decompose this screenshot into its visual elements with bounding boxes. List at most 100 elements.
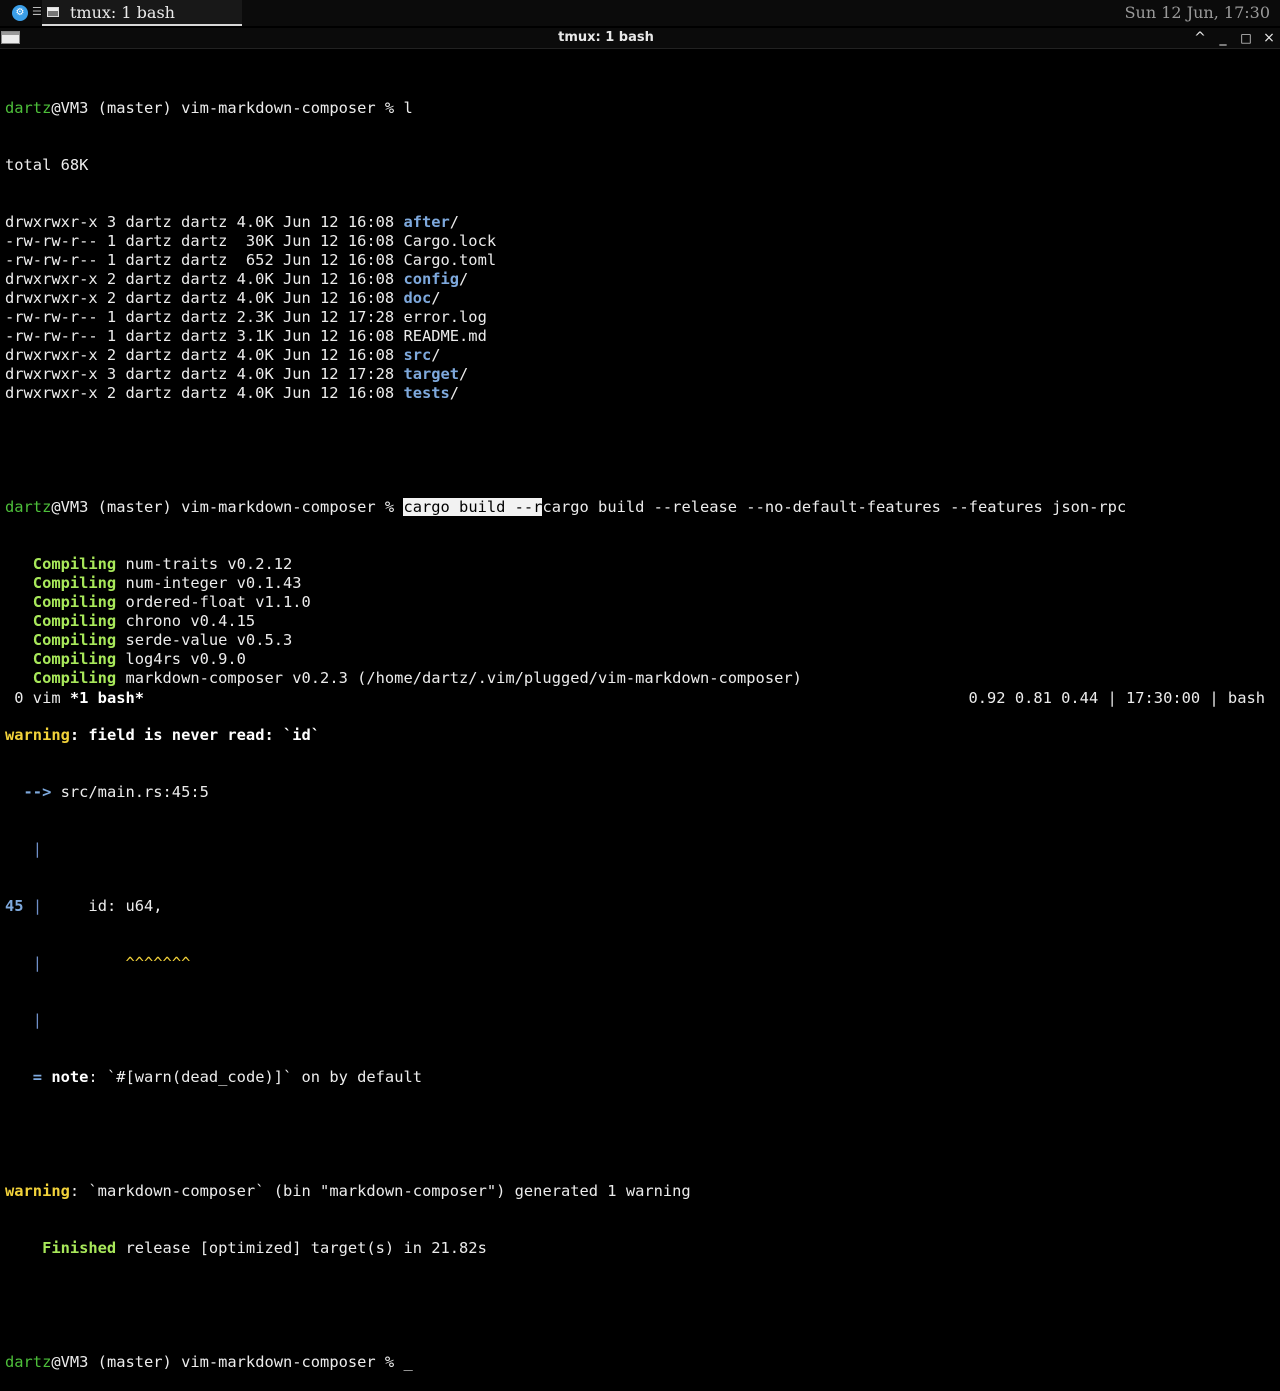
terminal-window-icon (47, 7, 59, 17)
caret-line: | ^^^^^^^ (5, 954, 1275, 973)
file-listing: drwxrwxr-x 3 dartz dartz 4.0K Jun 12 16:… (5, 213, 1275, 403)
prompt-text: @VM3 (master) vim-markdown-composer % (51, 498, 404, 516)
menu-grip-icon[interactable]: ☰ (32, 6, 42, 18)
directory-name: src (403, 346, 432, 364)
compiling-crate: serde-value v0.5.3 (116, 631, 293, 649)
file-name: Cargo.lock (403, 232, 497, 250)
compiling-label: Compiling (5, 574, 117, 592)
compiling-crate: markdown-composer v0.2.3 (/home/dartz/.v… (116, 669, 802, 687)
compile-output: Compiling num-traits v0.2.12 Compiling n… (5, 555, 1275, 688)
directory-name: tests (403, 384, 450, 402)
listing-meta: drwxrwxr-x 2 dartz dartz 4.0K Jun 12 16:… (5, 289, 404, 307)
listing-meta: drwxrwxr-x 3 dartz dartz 4.0K Jun 12 16:… (5, 213, 404, 231)
gear-icon[interactable]: ⚙ (12, 5, 28, 21)
directory-name: target (403, 365, 460, 383)
location-arrow: --> (5, 783, 52, 801)
clock[interactable]: Sun 12 Jun, 17:30 (1125, 3, 1270, 22)
listing-meta: -rw-rw-r-- 1 dartz dartz 652 Jun 12 16:0… (5, 251, 404, 269)
directory-slash: / (449, 384, 460, 402)
listing-row: drwxrwxr-x 2 dartz dartz 4.0K Jun 12 16:… (5, 346, 1275, 365)
listing-row: -rw-rw-r-- 1 dartz dartz 2.3K Jun 12 17:… (5, 308, 1275, 327)
compiling-row: Compiling ordered-float v1.1.0 (5, 593, 1275, 612)
listing-row: drwxrwxr-x 2 dartz dartz 4.0K Jun 12 16:… (5, 270, 1275, 289)
directory-slash: / (459, 365, 469, 383)
listing-meta: drwxrwxr-x 2 dartz dartz 4.0K Jun 12 16:… (5, 270, 404, 288)
file-name: README.md (403, 327, 487, 345)
shade-button[interactable]: ^ (1190, 28, 1210, 48)
file-name: Cargo.toml (403, 251, 497, 269)
window-titlebar[interactable]: tmux: 1 bash ^ _ □ × (0, 28, 1280, 49)
listing-meta: -rw-rw-r-- 1 dartz dartz 2.3K Jun 12 17:… (5, 308, 404, 326)
finished-line: Finished release [optimized] target(s) i… (5, 1239, 1275, 1258)
note-equals: = (5, 1068, 43, 1086)
command-text: l (403, 99, 413, 117)
directory-slash: / (431, 346, 441, 364)
compiling-label: Compiling (5, 631, 117, 649)
prompt-line[interactable]: dartz@VM3 (master) vim-markdown-composer… (5, 1353, 1275, 1372)
compiling-label: Compiling (5, 593, 117, 611)
finished-label: Finished (5, 1239, 117, 1257)
listing-row: drwxrwxr-x 2 dartz dartz 4.0K Jun 12 16:… (5, 289, 1275, 308)
listing-row: -rw-rw-r-- 1 dartz dartz 30K Jun 12 16:0… (5, 232, 1275, 251)
prompt-user: dartz (5, 498, 52, 516)
minimize-button[interactable]: _ (1213, 28, 1233, 48)
compiling-row: Compiling serde-value v0.5.3 (5, 631, 1275, 650)
listing-meta: drwxrwxr-x 2 dartz dartz 4.0K Jun 12 16:… (5, 384, 404, 402)
terminal-output[interactable]: dartz@VM3 (master) vim-markdown-composer… (5, 61, 1275, 1391)
compiling-row: Compiling log4rs v0.9.0 (5, 650, 1275, 669)
maximize-button[interactable]: □ (1236, 28, 1256, 48)
listing-row: -rw-rw-r-- 1 dartz dartz 3.1K Jun 12 16:… (5, 327, 1275, 346)
warning-summary: : `markdown-composer` (bin "markdown-com… (69, 1182, 691, 1200)
compiling-crate: log4rs v0.9.0 (116, 650, 246, 668)
note-line: = note: `#[warn(dead_code)]` on by defau… (5, 1068, 1275, 1087)
line-number: 45 (5, 897, 24, 915)
taskbar: ⚙ ☰ tmux: 1 bash Sun 12 Jun, 17:30 (0, 0, 1280, 26)
listing-meta: drwxrwxr-x 2 dartz dartz 4.0K Jun 12 16:… (5, 346, 404, 364)
gutter-line: | (5, 840, 43, 858)
warning-summary-line: warning: `markdown-composer` (bin "markd… (5, 1182, 1275, 1201)
tmux-window-list: 0 vim *1 bash* (5, 689, 144, 708)
prompt-user: dartz (5, 99, 52, 117)
warning-line: warning: field is never read: `id` (5, 726, 1275, 745)
compiling-crate: num-integer v0.1.43 (116, 574, 302, 592)
compiling-row: Compiling num-integer v0.1.43 (5, 574, 1275, 593)
prompt-line: dartz@VM3 (master) vim-markdown-composer… (5, 99, 1275, 118)
listing-row: drwxrwxr-x 2 dartz dartz 4.0K Jun 12 16:… (5, 384, 1275, 403)
gutter-line: | (5, 1011, 43, 1029)
listing-meta: -rw-rw-r-- 1 dartz dartz 3.1K Jun 12 16:… (5, 327, 404, 345)
warning-message: : field is never read: `id` (69, 726, 321, 744)
compiling-crate: chrono v0.4.15 (116, 612, 256, 630)
code-line: 45 | id: u64, (5, 897, 1275, 916)
close-button[interactable]: × (1259, 28, 1279, 48)
compiling-label: Compiling (5, 555, 117, 573)
command-text: cargo build --release --no-default-featu… (542, 498, 1127, 516)
tmux-window-vim[interactable]: 0 vim (5, 689, 70, 707)
file-name: error.log (403, 308, 487, 326)
selected-text[interactable]: cargo build --r (403, 498, 543, 516)
note-label: note (42, 1068, 89, 1086)
prompt-text: @VM3 (master) vim-markdown-composer % (51, 1353, 404, 1371)
directory-slash: / (459, 270, 469, 288)
gutter-separator: | (5, 954, 43, 972)
compiling-label: Compiling (5, 669, 117, 687)
code-text: id: u64, (42, 897, 163, 915)
compiling-row: Compiling chrono v0.4.15 (5, 612, 1275, 631)
prompt-line: dartz@VM3 (master) vim-markdown-composer… (5, 498, 1275, 517)
taskbar-window-button[interactable]: tmux: 1 bash (42, 0, 242, 26)
compiling-row: Compiling num-traits v0.2.12 (5, 555, 1275, 574)
cursor: _ (403, 1353, 413, 1371)
location-path: src/main.rs:45:5 (51, 783, 209, 801)
prompt-user: dartz (5, 1353, 52, 1371)
prompt-text: @VM3 (master) vim-markdown-composer % (51, 99, 404, 117)
tmux-status-right: 0.92 0.81 0.44 | 17:30:00 | bash (968, 689, 1265, 707)
directory-name: doc (403, 289, 432, 307)
compiling-label: Compiling (5, 612, 117, 630)
directory-slash: / (431, 289, 441, 307)
compiling-row: Compiling markdown-composer v0.2.3 (/hom… (5, 669, 1275, 688)
location-line: --> src/main.rs:45:5 (5, 783, 1275, 802)
tmux-status-bar: 0 vim *1 bash* 0.92 0.81 0.44 | 17:30:00… (5, 689, 1275, 708)
taskbar-window-title: tmux: 1 bash (70, 3, 175, 22)
tmux-window-bash[interactable]: *1 bash* (70, 689, 144, 707)
